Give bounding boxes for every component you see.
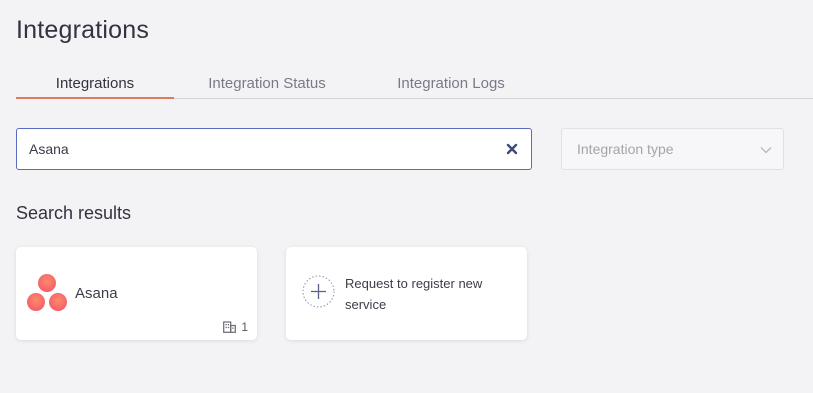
- organization-count: 1: [223, 320, 248, 334]
- search-box: [16, 128, 532, 170]
- add-icon: [302, 275, 335, 308]
- integration-type-placeholder: Integration type: [577, 141, 674, 157]
- tab-bar: Integrations Integration Status Integrat…: [16, 72, 813, 99]
- tab-integration-status[interactable]: Integration Status: [194, 75, 340, 99]
- active-tab-indicator: [16, 97, 174, 99]
- request-new-service-label: Request to register new service: [345, 276, 483, 312]
- asana-logo-icon: [27, 274, 67, 311]
- page-title: Integrations: [16, 16, 150, 44]
- tab-integration-logs[interactable]: Integration Logs: [381, 75, 521, 99]
- chevron-down-icon: [760, 147, 772, 154]
- integration-name: Asana: [75, 285, 118, 302]
- tab-integrations[interactable]: Integrations: [16, 75, 174, 99]
- organization-count-value: 1: [241, 320, 248, 334]
- integration-card-asana[interactable]: Asana 1: [16, 247, 257, 340]
- building-icon: [223, 321, 237, 333]
- request-new-service-card[interactable]: Request to register new service: [286, 247, 527, 340]
- integrations-page: Integrations Integrations Integration St…: [0, 0, 813, 393]
- search-results-title: Search results: [16, 203, 132, 223]
- integration-type-select[interactable]: Integration type: [561, 128, 784, 170]
- search-input[interactable]: [29, 129, 499, 169]
- close-icon[interactable]: [505, 142, 519, 156]
